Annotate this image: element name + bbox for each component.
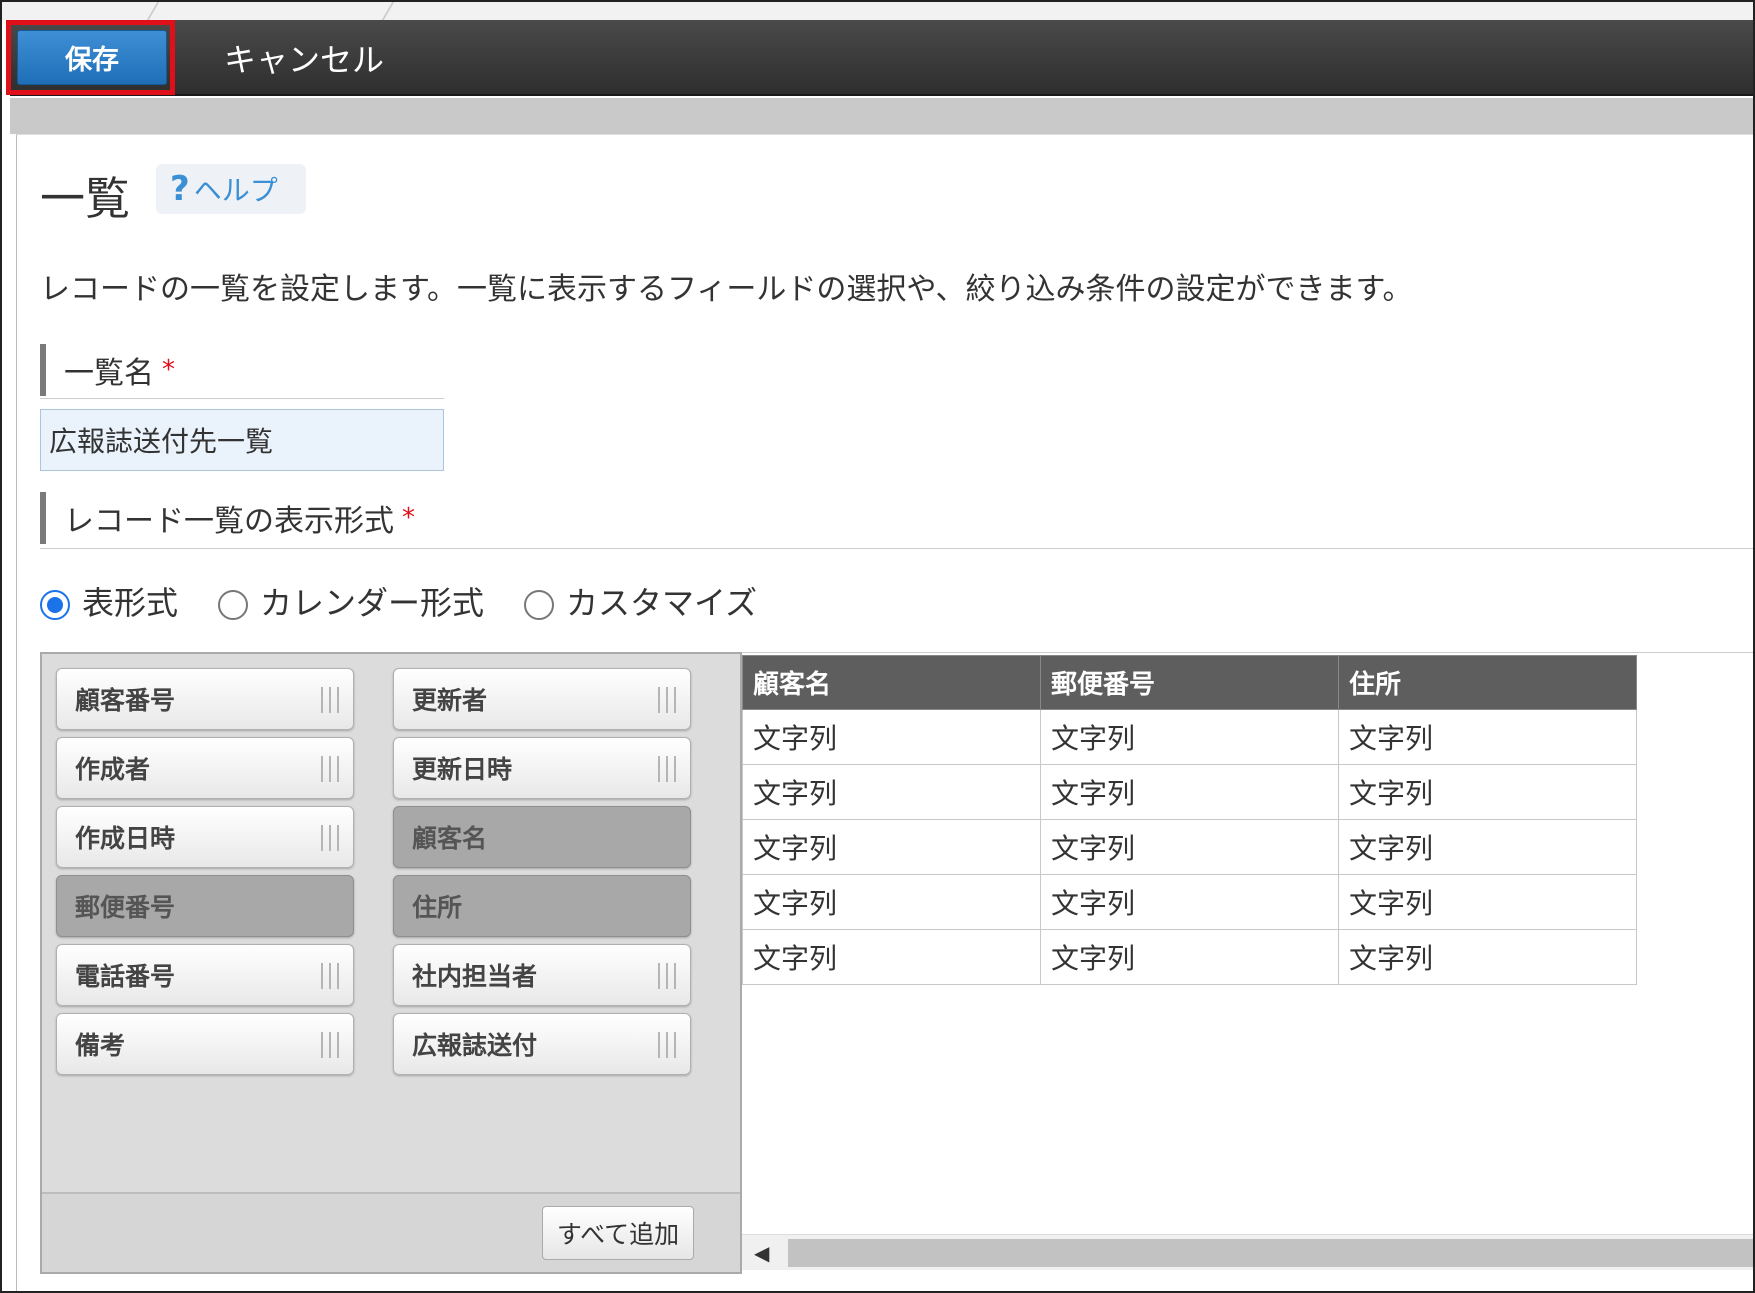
table-cell: 文字列	[742, 874, 1041, 930]
drag-handle-icon[interactable]	[658, 756, 676, 782]
horizontal-scrollbar[interactable]: ◀	[742, 1234, 1753, 1270]
header-band	[10, 98, 1753, 134]
drag-handle-icon[interactable]	[321, 687, 339, 713]
table-cell: 文字列	[1040, 874, 1339, 930]
field-chip[interactable]: 更新日時	[393, 737, 691, 799]
list-preview-table: 顧客名 郵便番号 住所 文字列 文字列 文字列 文字列 文字列 文字列 文字列	[742, 655, 1637, 985]
divider	[40, 548, 1753, 549]
display-format-options: 表形式 カレンダー形式 カスタマイズ	[40, 578, 797, 624]
table-cell: 文字列	[1040, 764, 1339, 820]
field-chip-label: 作成日時	[75, 824, 176, 853]
radio-table-format[interactable]: 表形式	[40, 578, 178, 624]
add-all-button[interactable]: すべて追加	[542, 1206, 694, 1260]
help-icon: ?	[170, 169, 190, 209]
table-cell: 文字列	[1338, 764, 1637, 820]
display-format-label-text: レコード一覧の表示形式	[64, 504, 394, 539]
help-label: ヘルプ	[193, 174, 278, 207]
drag-handle-icon[interactable]	[321, 825, 339, 851]
drag-handle-icon[interactable]	[658, 1032, 676, 1058]
page-description: レコードの一覧を設定します。一覧に表示するフィールドの選択や、絞り込み条件の設定…	[40, 272, 1413, 307]
table-row: 文字列 文字列 文字列	[742, 929, 1637, 985]
field-chip-label: 郵便番号	[75, 893, 176, 922]
drag-handle-icon[interactable]	[321, 1032, 339, 1058]
radio-label: カレンダー形式	[260, 584, 485, 622]
table-cell: 文字列	[1338, 709, 1637, 765]
help-link[interactable]: ? ヘルプ	[156, 164, 306, 214]
radio-button[interactable]	[40, 590, 70, 620]
table-cell: 文字列	[742, 819, 1041, 875]
field-palette: 顧客番号 作成者 作成日時 郵便番号 電話番号 備考 更新者 更新日時 顧客名 …	[40, 652, 742, 1274]
column-header[interactable]: 住所	[1338, 655, 1637, 710]
page-title: 一覧	[40, 172, 131, 225]
field-chip[interactable]: 広報誌送付	[393, 1013, 691, 1075]
field-chip[interactable]: 電話番号	[56, 944, 354, 1006]
field-chip[interactable]: 備考	[56, 1013, 354, 1075]
table-cell: 文字列	[1338, 819, 1637, 875]
field-chip-label: 社内担当者	[412, 962, 538, 991]
field-chip-used: 住所	[393, 875, 691, 937]
list-name-label: 一覧名 *	[40, 344, 175, 396]
field-chip[interactable]: 顧客番号	[56, 668, 354, 730]
field-chip-label: 広報誌送付	[412, 1031, 538, 1060]
field-chip[interactable]: 更新者	[393, 668, 691, 730]
display-format-label: レコード一覧の表示形式 *	[40, 492, 415, 544]
drag-handle-icon[interactable]	[321, 963, 339, 989]
field-chip-label: 顧客番号	[75, 686, 176, 715]
scrollbar-thumb[interactable]	[788, 1239, 1753, 1267]
table-cell: 文字列	[1040, 709, 1339, 765]
table-cell: 文字列	[1040, 929, 1339, 985]
field-chip-label: 更新日時	[412, 755, 513, 784]
field-chip[interactable]: 作成日時	[56, 806, 354, 868]
column-header[interactable]: 顧客名	[742, 655, 1041, 710]
drag-handle-icon[interactable]	[658, 687, 676, 713]
radio-calendar-format[interactable]: カレンダー形式	[218, 578, 484, 624]
table-cell: 文字列	[742, 764, 1041, 820]
divider	[40, 398, 444, 399]
table-cell: 文字列	[1040, 819, 1339, 875]
window-frame: 保存 キャンセル 一覧 ? ヘルプ レコードの一覧を設定します。一覧に表示するフ…	[0, 0, 1755, 1293]
list-name-input[interactable]	[40, 409, 444, 471]
drag-handle-icon[interactable]	[658, 963, 676, 989]
column-header[interactable]: 郵便番号	[1040, 655, 1339, 710]
palette-footer: すべて追加	[42, 1192, 740, 1272]
table-row: 文字列 文字列 文字列	[742, 819, 1637, 875]
required-mark: *	[402, 503, 415, 533]
radio-custom-format[interactable]: カスタマイズ	[524, 578, 757, 624]
table-cell: 文字列	[742, 709, 1041, 765]
radio-label: カスタマイズ	[566, 584, 758, 622]
field-chip[interactable]: 作成者	[56, 737, 354, 799]
scroll-left-icon[interactable]: ◀	[754, 1241, 769, 1265]
table-row: 文字列 文字列 文字列	[742, 874, 1637, 930]
field-chip[interactable]: 社内担当者	[393, 944, 691, 1006]
cancel-button[interactable]: キャンセル	[224, 30, 384, 85]
field-chip-label: 住所	[412, 893, 463, 922]
field-chip-label: 顧客名	[412, 824, 488, 853]
top-strip	[2, 2, 1753, 20]
field-chip-label: 電話番号	[75, 962, 176, 991]
table-header-row: 顧客名 郵便番号 住所	[742, 655, 1637, 710]
table-row: 文字列 文字列 文字列	[742, 709, 1637, 765]
radio-label: 表形式	[82, 584, 179, 622]
list-name-label-text: 一覧名	[64, 356, 154, 391]
required-mark: *	[162, 355, 175, 385]
field-chip-used: 郵便番号	[56, 875, 354, 937]
field-chip-used: 顧客名	[393, 806, 691, 868]
table-row: 文字列 文字列 文字列	[742, 764, 1637, 820]
radio-button[interactable]	[218, 590, 249, 620]
save-button-highlight	[6, 20, 175, 95]
field-chip-label: 備考	[75, 1031, 126, 1060]
table-cell: 文字列	[1338, 874, 1637, 930]
table-cell: 文字列	[1338, 929, 1637, 985]
field-chip-label: 作成者	[75, 755, 151, 784]
list-preview-area: 顧客名 郵便番号 住所 文字列 文字列 文字列 文字列 文字列 文字列 文字列	[742, 652, 1753, 1274]
field-chip-label: 更新者	[412, 686, 488, 715]
drag-handle-icon[interactable]	[321, 756, 339, 782]
table-cell: 文字列	[742, 929, 1041, 985]
radio-button[interactable]	[524, 590, 555, 620]
